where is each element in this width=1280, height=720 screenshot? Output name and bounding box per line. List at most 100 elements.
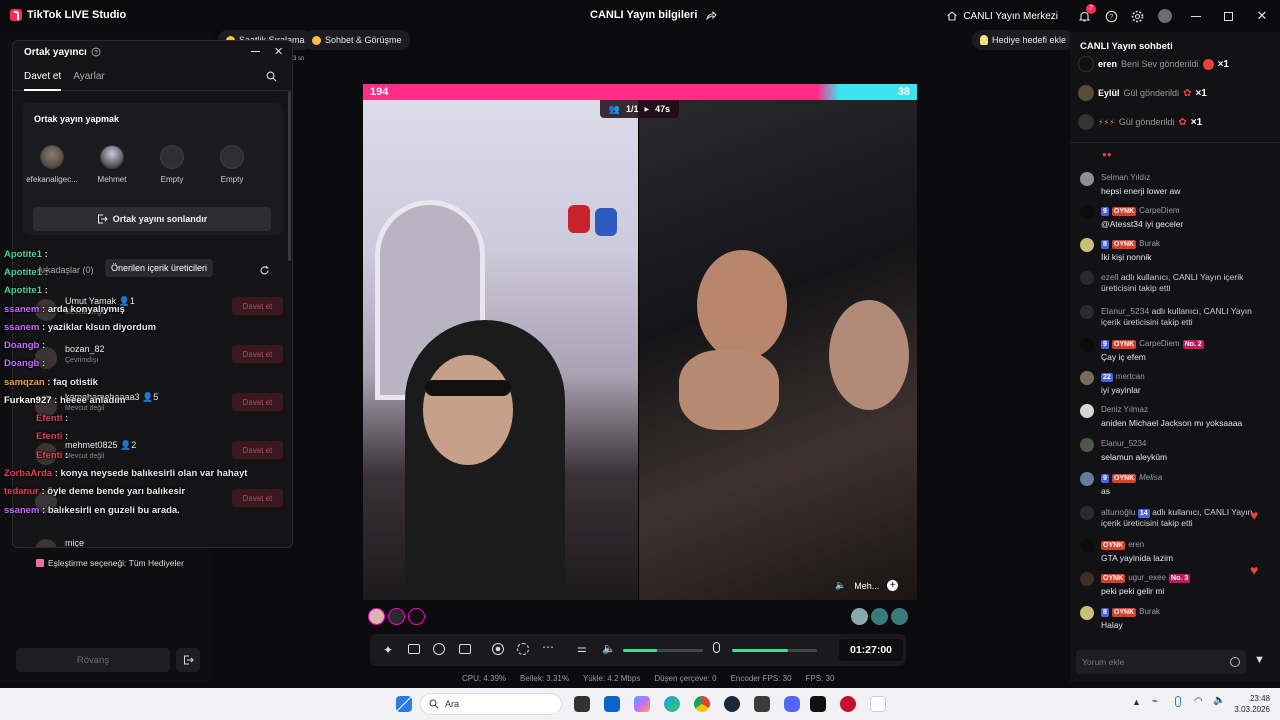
tab-invite[interactable]: Davet et — [24, 71, 62, 91]
chat-meta: 9 OYNK CarpeDiem — [1101, 206, 1180, 217]
share-icon[interactable] — [705, 9, 718, 21]
app-icon[interactable] — [754, 696, 770, 712]
microphone-icon[interactable] — [713, 642, 720, 653]
speaker-icon[interactable]: 🔈 — [602, 642, 616, 655]
chat-text: @Atesst34 iyi geceler — [1101, 219, 1184, 229]
user-count-icon: 👤 — [142, 392, 154, 402]
copilot-icon[interactable] — [634, 696, 650, 712]
task-view-icon[interactable] — [574, 696, 590, 712]
live-center-button[interactable]: CANLI Yayın Merkezi — [946, 0, 1070, 32]
sliders-icon[interactable]: ⚌ — [577, 642, 587, 655]
avatar[interactable] — [851, 608, 868, 625]
outlook-icon[interactable] — [604, 696, 620, 712]
magic-wand-icon[interactable]: ✦ — [383, 643, 393, 657]
avatar[interactable] — [891, 608, 908, 625]
refresh-icon[interactable] — [259, 265, 270, 276]
seat-name: efekanaligec... — [26, 175, 78, 184]
cohost-seat-empty[interactable]: Empty — [143, 145, 201, 184]
speaker-icon[interactable]: 🔈 — [835, 580, 846, 591]
discord-icon[interactable] — [784, 696, 800, 712]
windows-start-icon[interactable] — [396, 696, 412, 712]
cohost-seat[interactable]: Mehmet — [83, 145, 141, 184]
follow-icon — [1080, 271, 1094, 285]
title-bar-actions: CANLI Yayın Merkezi 7 ? ✕ — [946, 0, 1280, 32]
chat-meet-pill[interactable]: Sohbet & Görüşme — [304, 30, 410, 50]
wifi-icon[interactable]: ◠ — [1194, 696, 1203, 707]
avatar — [1080, 438, 1094, 452]
chat-text: iyi yayinlar — [1101, 385, 1141, 395]
tiktok-icon[interactable] — [810, 696, 826, 712]
chat-user: Doangb — [4, 358, 40, 369]
leave-battle-button[interactable] — [176, 648, 200, 672]
invite-button[interactable]: Davet et — [232, 297, 283, 315]
friend-status: Çevrimdışı — [65, 357, 99, 364]
avatar[interactable] — [408, 608, 425, 625]
chrome-icon[interactable] — [694, 696, 710, 712]
clock[interactable]: 23:48 3.03.2026 — [1232, 693, 1270, 715]
cohost-seat-empty[interactable]: Empty — [203, 145, 261, 184]
chat-meta: OYNK eren — [1101, 540, 1144, 551]
taskbar-search[interactable]: Ara — [420, 693, 562, 715]
invite-button[interactable]: Davet et — [232, 393, 283, 411]
volume-slider[interactable] — [623, 649, 703, 652]
level-badge: 9 — [1101, 473, 1109, 483]
live-info-title[interactable]: CANLI Yayın bilgileri — [590, 9, 718, 21]
steam-icon[interactable] — [724, 696, 740, 712]
mic-slider[interactable] — [732, 649, 817, 652]
end-cohost-button[interactable]: Ortak yayını sonlandır — [33, 207, 271, 231]
network-icon[interactable]: ⌁ — [1152, 696, 1158, 707]
more-icon[interactable]: ⋯ — [542, 640, 554, 654]
friend-count: 1 — [129, 296, 135, 306]
record-icon[interactable] — [492, 643, 504, 655]
minimize-button[interactable] — [1180, 0, 1212, 32]
filter-icon[interactable]: ▼ — [1254, 654, 1265, 666]
avatar[interactable] — [368, 608, 385, 625]
scrollbar[interactable] — [288, 91, 291, 261]
creators-tab[interactable]: Önerilen içerik üreticileri — [105, 259, 214, 277]
chat-user: Furkan927 — [4, 395, 52, 406]
close-window-button[interactable]: ✕ — [1244, 0, 1280, 32]
gear-icon — [1131, 10, 1143, 22]
chevron-up-icon[interactable]: ▲ — [1132, 697, 1141, 707]
microphone-icon[interactable] — [1175, 696, 1181, 707]
user-count-icon: 👤 — [120, 440, 132, 450]
settings-button[interactable] — [1124, 0, 1150, 32]
emoji-icon[interactable] — [1230, 657, 1240, 667]
add-icon[interactable]: + — [887, 580, 899, 591]
comment-input[interactable]: Yorum ekle — [1076, 650, 1246, 674]
invite-button[interactable]: Davet et — [232, 441, 283, 459]
avatar[interactable] — [388, 608, 405, 625]
gift-goal-pill[interactable]: Hediye hedefi ekle — [972, 30, 1075, 50]
invite-button[interactable]: Davet et — [232, 489, 283, 507]
cohost-seat[interactable]: efekanaligec... — [23, 145, 81, 184]
maximize-button[interactable] — [1212, 0, 1244, 32]
add-source-icon[interactable] — [459, 644, 471, 654]
svg-text:?: ? — [94, 50, 98, 56]
rematch-button[interactable]: Rövanş — [16, 648, 170, 672]
notification-button[interactable]: 7 — [1070, 0, 1098, 32]
avatar — [1080, 205, 1094, 219]
match-option[interactable]: Eşleştirme seçeneği: Tüm Hediyeler — [36, 558, 184, 568]
avatar — [1078, 114, 1094, 130]
volume-icon[interactable]: 🔈 — [1213, 695, 1225, 706]
file-icon[interactable] — [870, 696, 886, 712]
list-item: kamehamehaaaa3 👤5 Mevcut değil Davet et — [33, 387, 283, 427]
panel-minimize-icon[interactable] — [251, 51, 260, 52]
search-icon[interactable] — [266, 71, 277, 82]
tab-settings[interactable]: Ayarlar — [73, 71, 105, 90]
volume-slider-fill — [623, 649, 657, 652]
participants-icon: 👥 — [608, 103, 621, 114]
info-icon[interactable]: ? — [91, 47, 101, 57]
replay-icon[interactable] — [517, 643, 529, 655]
profile-avatar-button[interactable] — [1150, 0, 1180, 32]
ai-effect-icon[interactable] — [433, 643, 445, 655]
invite-button[interactable]: Davet et — [232, 345, 283, 363]
fan-badge: OYNK — [1111, 239, 1137, 249]
avatar[interactable] — [871, 608, 888, 625]
chat-text: adlı kullanıcı, CANLI Yayın içerik üreti… — [1101, 272, 1244, 294]
help-button[interactable]: ? — [1098, 0, 1124, 32]
edge-icon[interactable] — [664, 696, 680, 712]
panel-close-icon[interactable]: ✕ — [274, 45, 283, 58]
screen-share-icon[interactable] — [408, 644, 420, 654]
media-player-icon[interactable] — [840, 696, 856, 712]
